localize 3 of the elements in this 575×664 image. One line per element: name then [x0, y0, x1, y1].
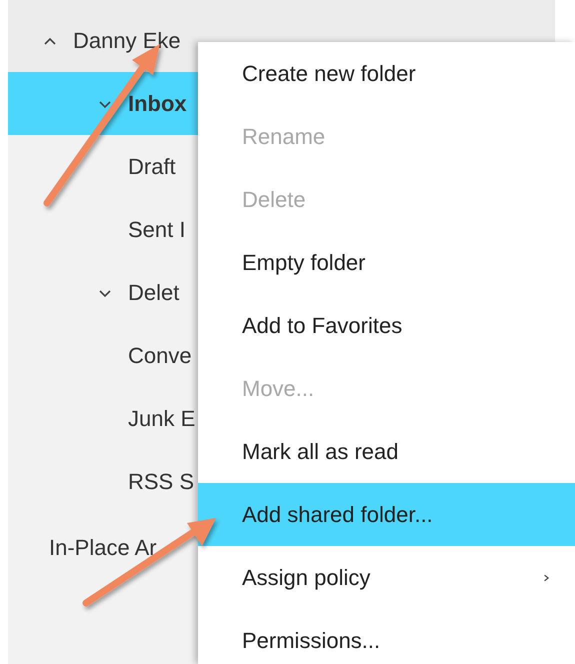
folder-name: Inbox [128, 90, 187, 118]
folder-name: Delet [128, 279, 180, 307]
folder-name: Danny Eke [73, 27, 181, 55]
